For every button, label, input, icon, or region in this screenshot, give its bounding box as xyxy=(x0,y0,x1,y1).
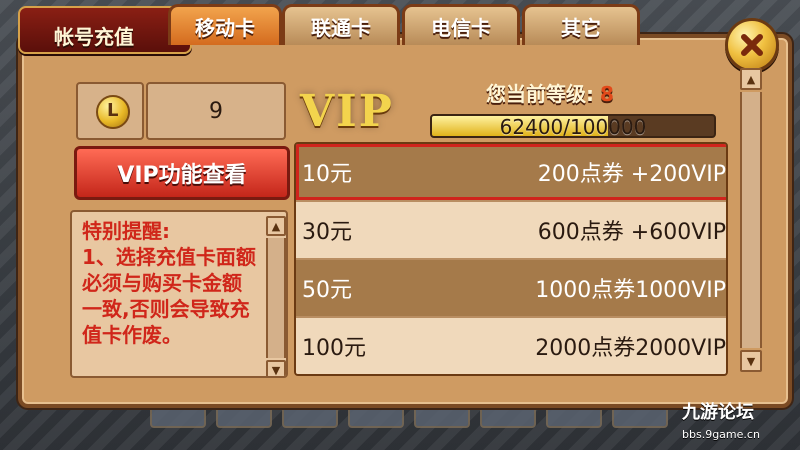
tab-label: 联通卡 xyxy=(311,15,371,40)
notice-scrollbar[interactable]: ▲ ▼ xyxy=(266,216,286,376)
notice-panel: 特别提醒: 1、选择充值卡面额必须与购买卡金额一致,否则会导致充值卡作废。 ▲ … xyxy=(70,210,288,378)
option-amount: 10元 xyxy=(302,162,352,187)
scroll-up-icon[interactable]: ▲ xyxy=(740,68,762,90)
vip-progress-text: 62400/100000 xyxy=(499,115,647,138)
option-amount: 30元 xyxy=(302,220,352,245)
scroll-up-icon[interactable]: ▲ xyxy=(266,216,286,236)
window-title: 帐号充值 xyxy=(54,25,134,49)
coin-icon: L xyxy=(96,95,130,129)
option-row[interactable]: 10元 200点券 +200VIP xyxy=(296,144,726,200)
tab-telecom[interactable]: 电信卡 xyxy=(402,4,520,45)
tab-label: 其它 xyxy=(561,15,601,40)
scroll-down-icon[interactable]: ▼ xyxy=(740,350,762,372)
vip-progress-bar: 62400/100000 xyxy=(430,114,716,138)
option-amount: 100元 xyxy=(302,336,366,361)
option-amount: 50元 xyxy=(302,278,352,303)
vip-features-button[interactable]: VIP功能查看 xyxy=(74,146,290,200)
tab-label: 移动卡 xyxy=(195,15,255,40)
option-reward: 200点券 +200VIP xyxy=(537,162,726,187)
vip-logo: VIP xyxy=(300,86,394,137)
tab-other[interactable]: 其它 xyxy=(522,4,640,45)
vip-level-line: 您当前等级: 8 xyxy=(486,78,614,107)
close-icon xyxy=(741,34,763,56)
vip-level-label: 您当前等级: xyxy=(486,82,594,106)
title-banner: 帐号充值 xyxy=(18,6,192,54)
tab-unicom[interactable]: 联通卡 xyxy=(282,4,400,45)
option-reward: 1000点券1000VIP xyxy=(535,278,726,303)
scroll-down-icon[interactable]: ▼ xyxy=(266,360,286,376)
watermark: 九游论坛 bbs.9game.cn xyxy=(682,398,794,442)
coin-amount: 9 xyxy=(146,82,286,140)
coin-box: L xyxy=(76,82,144,140)
tab-label: 电信卡 xyxy=(431,15,491,40)
close-button[interactable] xyxy=(725,18,779,72)
scroll-track[interactable] xyxy=(266,238,286,358)
option-reward: 600点券 +600VIP xyxy=(537,220,726,245)
scroll-track[interactable] xyxy=(740,92,762,348)
vip-level-value: 8 xyxy=(600,82,614,106)
option-row[interactable]: 30元 600点券 +600VIP xyxy=(296,202,726,258)
watermark-name: 九游论坛 xyxy=(682,402,754,423)
options-scrollbar[interactable]: ▲ ▼ xyxy=(740,68,762,372)
watermark-url: bbs.9game.cn xyxy=(682,428,760,441)
option-row[interactable]: 50元 1000点券1000VIP xyxy=(296,260,726,316)
recharge-options-list: 10元 200点券 +200VIP 30元 600点券 +600VIP 50元 … xyxy=(294,142,728,376)
notice-text: 特别提醒: 1、选择充值卡面额必须与购买卡金额一致,否则会导致充值卡作废。 xyxy=(82,219,256,347)
tab-mobile[interactable]: 移动卡 xyxy=(168,4,282,45)
option-row[interactable]: 100元 2000点券2000VIP xyxy=(296,318,726,374)
option-reward: 2000点券2000VIP xyxy=(535,336,726,361)
